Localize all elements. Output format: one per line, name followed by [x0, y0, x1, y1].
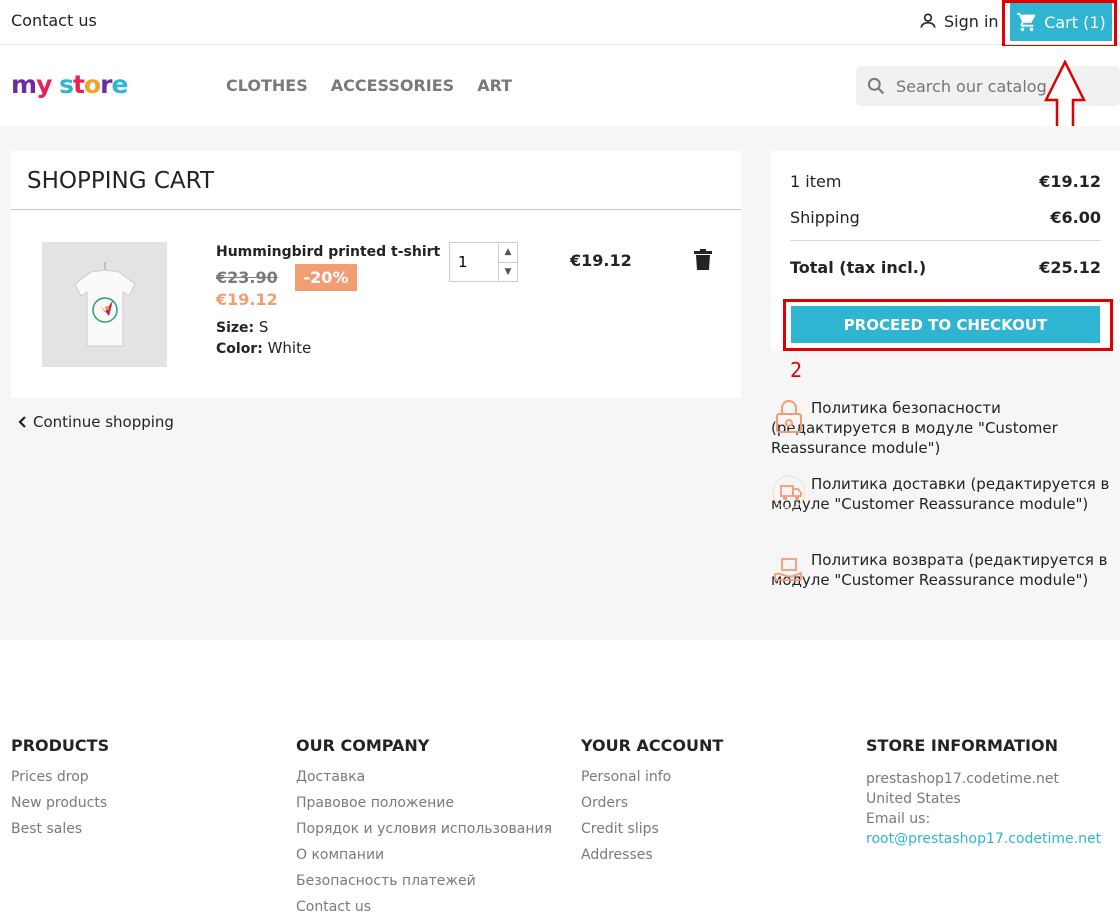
footer-column-store-info: STORE INFORMATION prestashop17.codetime.… — [866, 736, 1101, 849]
footer-link-orders[interactable]: Orders — [581, 795, 723, 821]
email-label: Email us: — [866, 811, 931, 827]
chevron-up-icon: ▲ — [504, 247, 512, 258]
sign-in-link[interactable]: Sign in — [918, 11, 999, 31]
annotation-box-checkout — [783, 299, 1113, 351]
footer-heading: PRODUCTS — [11, 736, 110, 755]
items-count: 1 item — [790, 172, 842, 191]
reassurance-item-delivery: Политика доставки (редактируется в модул… — [771, 474, 1120, 514]
summary-total-row: Total (tax incl.) €25.12 — [790, 258, 1101, 277]
discounted-price: €19.12 — [216, 290, 278, 309]
increment-button[interactable]: ▲ — [499, 243, 517, 263]
reassurance-text: Политика доставки (редактируется в модул… — [771, 475, 1110, 513]
footer-link-delivery[interactable]: Доставка — [296, 769, 552, 795]
product-image[interactable] — [42, 242, 167, 367]
summary-items-row: 1 item €19.12 — [790, 172, 1101, 191]
store-details: prestashop17.codetime.net United States … — [866, 769, 1101, 849]
store-logo[interactable]: my store — [11, 70, 128, 99]
size-label: Size: — [216, 320, 255, 336]
line-total: €19.12 — [570, 251, 632, 270]
reassurance-text: Политика возврата (редактируется в модул… — [771, 551, 1108, 589]
product-color: Color: White — [216, 339, 311, 357]
store-country: United States — [866, 791, 961, 807]
chevron-left-icon — [18, 416, 26, 428]
footer-heading: OUR COMPANY — [296, 736, 430, 755]
search-icon[interactable] — [866, 76, 886, 96]
store-email-link[interactable]: root@prestashop17.codetime.net — [866, 829, 1101, 849]
footer-link-new-products[interactable]: New products — [11, 795, 109, 821]
decrement-button[interactable]: ▼ — [499, 263, 517, 282]
continue-shopping-label: Continue shopping — [33, 413, 174, 431]
user-icon — [920, 13, 936, 28]
product-name[interactable]: Hummingbird printed t-shirt — [216, 244, 440, 260]
footer-link-addresses[interactable]: Addresses — [581, 847, 723, 873]
store-domain: prestashop17.codetime.net — [866, 771, 1060, 787]
annotation-box-cart — [1002, 0, 1117, 48]
trash-icon[interactable] — [694, 249, 712, 271]
return-box-icon — [774, 558, 802, 581]
footer-link-personal-info[interactable]: Personal info — [581, 769, 723, 795]
shipping-value: €6.00 — [1050, 208, 1101, 227]
main-nav: CLOTHES ACCESSORIES ART — [226, 76, 512, 95]
total-value: €25.12 — [1039, 258, 1101, 277]
color-label: Color: — [216, 341, 263, 357]
continue-shopping-link[interactable]: Continue shopping — [17, 413, 174, 431]
footer-link-terms[interactable]: Порядок и условия использования — [296, 821, 552, 847]
size-value: S — [258, 318, 269, 336]
header: my store CLOTHES ACCESSORIES ART — [0, 46, 1120, 126]
total-label: Total (tax incl.) — [790, 258, 927, 277]
top-bar: Contact us Sign in Cart (1) — [0, 0, 1120, 45]
discount-badge: -20% — [295, 264, 357, 291]
quantity-stepper: ▲ ▼ — [449, 242, 518, 282]
nav-item-accessories[interactable]: ACCESSORIES — [331, 76, 454, 95]
tshirt-icon — [73, 261, 136, 346]
footer-heading: STORE INFORMATION — [866, 736, 1058, 755]
footer-link-credit-slips[interactable]: Credit slips — [581, 821, 723, 847]
footer-link-best-sales[interactable]: Best sales — [11, 821, 109, 847]
color-value: White — [267, 339, 312, 357]
items-subtotal: €19.12 — [1039, 172, 1101, 191]
cart-panel: SHOPPING CART Hummingbird printed t-shir… — [11, 151, 741, 398]
quantity-input[interactable] — [450, 243, 498, 281]
page-title: SHOPPING CART — [27, 168, 215, 194]
reassurance-item-returns: Политика возврата (редактируется в модул… — [771, 550, 1120, 590]
footer-link-secure-payment[interactable]: Безопасность платежей — [296, 873, 552, 899]
product-size: Size: S — [216, 318, 268, 336]
footer-link-prices-drop[interactable]: Prices drop — [11, 769, 109, 795]
nav-item-art[interactable]: ART — [477, 76, 512, 95]
sign-in-label: Sign in — [944, 11, 999, 31]
reassurance-item-security: Политика безопасности (редактируется в м… — [771, 398, 1120, 458]
chevron-down-icon: ▼ — [504, 266, 512, 277]
lock-icon — [776, 400, 802, 433]
summary-shipping-row: Shipping €6.00 — [790, 208, 1101, 227]
footer-link-about[interactable]: О компании — [296, 847, 552, 873]
divider — [790, 240, 1101, 241]
footer-column-products: PRODUCTS Prices drop New products Best s… — [11, 736, 109, 847]
contact-us-link[interactable]: Contact us — [11, 11, 97, 30]
shipping-label: Shipping — [790, 208, 860, 227]
reassurance-text: Политика безопасности (редактируется в м… — [771, 399, 1058, 457]
divider — [11, 209, 741, 210]
footer-link-legal-notice[interactable]: Правовое положение — [296, 795, 552, 821]
annotation-number-2: 2 — [790, 358, 803, 382]
footer-column-account: YOUR ACCOUNT Personal info Orders Credit… — [581, 736, 723, 873]
nav-item-clothes[interactable]: CLOTHES — [226, 76, 308, 95]
footer-column-company: OUR COMPANY Доставка Правовое положение … — [296, 736, 552, 916]
footer-link-contact[interactable]: Contact us — [296, 899, 552, 916]
truck-icon — [772, 475, 806, 509]
regular-price: €23.90 — [216, 268, 278, 287]
footer-heading: YOUR ACCOUNT — [581, 736, 724, 755]
